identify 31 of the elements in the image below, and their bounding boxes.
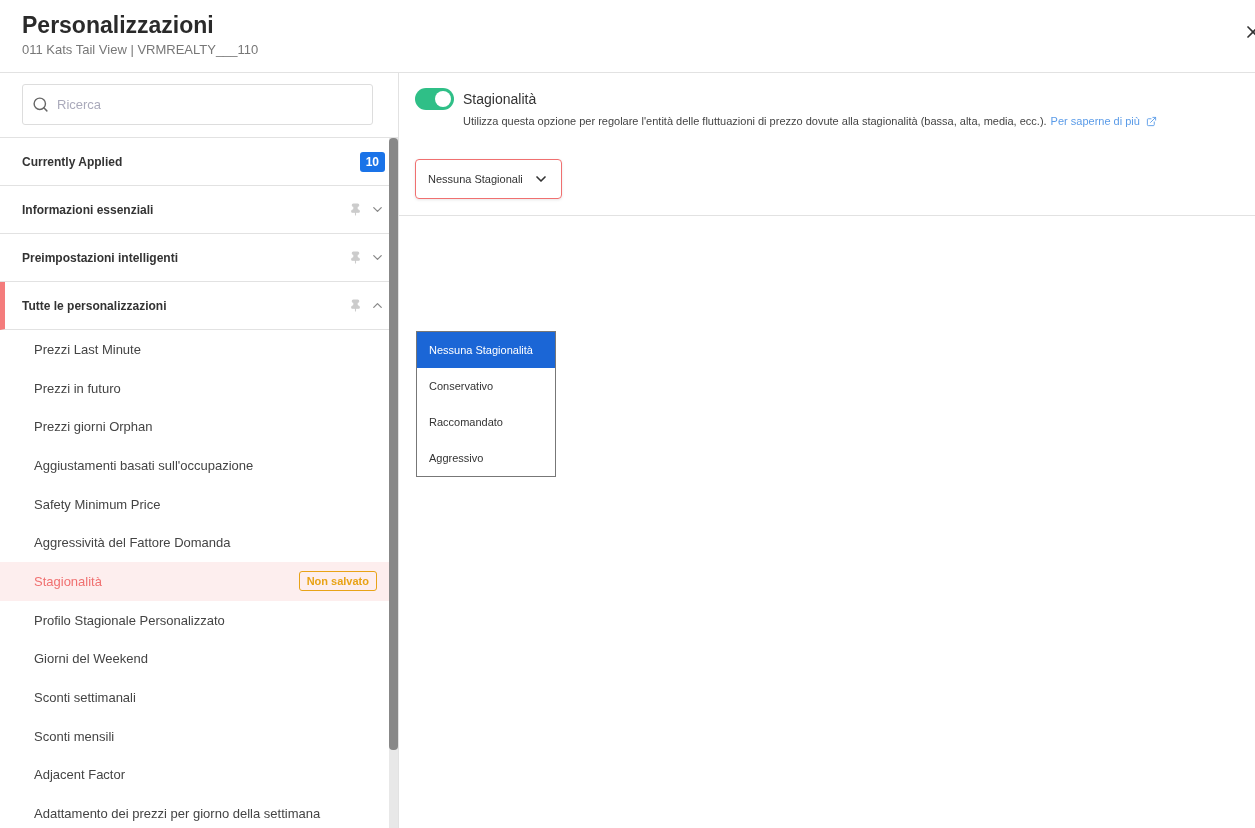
sidebar-item[interactable]: Prezzi in futuro (0, 368, 389, 408)
property-subtitle: 011 Kats Tail View | VRMREALTY___110 (22, 42, 260, 57)
pin-icon[interactable] (349, 251, 362, 264)
search-field[interactable]: Ricerca (22, 84, 373, 125)
sidebar-item[interactable]: Aggiustamenti basati sull'occupazione (0, 446, 389, 485)
setting-title: Stagionalità (463, 91, 537, 107)
sidebar-item[interactable]: Prezzi Last Minute (0, 330, 389, 369)
page-title: Personalizzazioni (22, 12, 215, 39)
section-header[interactable]: Currently Applied 10 (0, 138, 389, 186)
pin-icon[interactable] (349, 299, 362, 312)
dropdown-option[interactable]: Nessuna Stagionalità (417, 332, 555, 368)
sidebar-item[interactable]: Adattamento dei prezzi per giorno della settimana (0, 794, 389, 828)
setting-description: Utilizza questa opzione per regolare l'entità delle fluttuazioni di prezzo dovute alla stagionalità (bassa, alta, media, ecc.). (463, 115, 1047, 127)
sidebar-item[interactable]: Prezzi giorni Orphan (0, 407, 389, 447)
season-select[interactable]: Nessuna Stagionali (415, 159, 562, 199)
section-header[interactable]: Informazioni essenziali (0, 186, 389, 234)
pin-icon[interactable] (349, 203, 362, 216)
status-badge: Non salvato (298, 571, 377, 592)
sidebar-item[interactable]: Giorni del Weekend (0, 639, 389, 679)
search-icon (32, 96, 49, 113)
external-link-icon[interactable] (1145, 115, 1157, 127)
count-badge: 10 (359, 151, 385, 172)
section-header[interactable]: Preimpostazioni intelligenti (0, 234, 389, 282)
sidebar-item[interactable]: Safety Minimum Price (0, 484, 389, 524)
sidebar-item[interactable]: Aggressività del Fattore Domanda (0, 523, 389, 563)
scrollbar[interactable] (389, 138, 398, 828)
sidebar-item[interactable]: Sconti settimanali (0, 678, 389, 717)
sidebar-item[interactable]: Sconti mensili (0, 716, 389, 756)
sidebar-item[interactable]: Profilo Stagionale Personalizzato (0, 600, 389, 640)
toggle-switch[interactable] (415, 88, 454, 110)
sidebar-item[interactable]: Adjacent Factor (0, 755, 389, 795)
